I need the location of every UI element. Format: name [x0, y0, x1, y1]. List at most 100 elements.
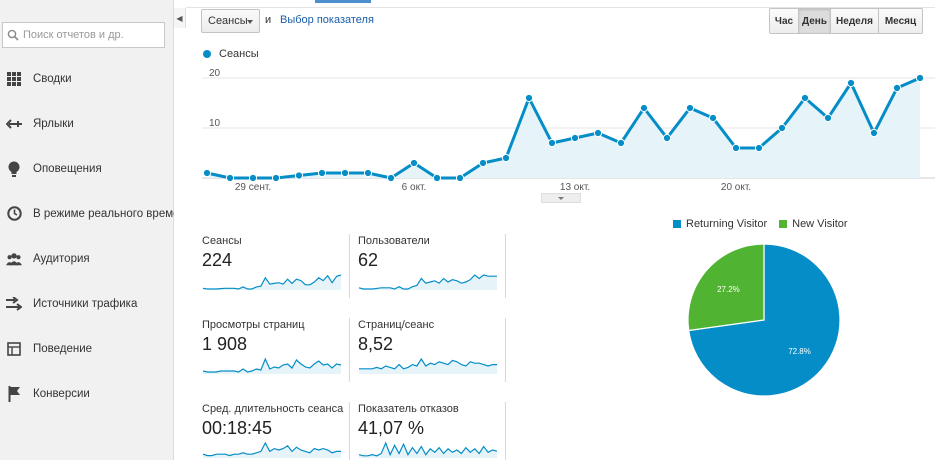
data-point[interactable]	[754, 143, 764, 153]
pie-legend-label: Returning Visitor	[686, 218, 768, 230]
scorecard-value: 00:18:45	[202, 418, 273, 438]
scorecard[interactable]: Просмотры страниц 1 908	[202, 319, 350, 399]
data-point[interactable]	[570, 133, 580, 143]
data-point[interactable]	[547, 138, 557, 148]
data-point[interactable]	[202, 168, 212, 178]
data-point[interactable]	[823, 113, 833, 123]
clock-icon	[6, 206, 22, 222]
visitor-type-pie-chart[interactable]: 72.8% 27.2%	[687, 243, 841, 397]
sidebar-collapse-button[interactable]: ◀	[174, 8, 186, 28]
scorecard[interactable]: Пользователи 62	[358, 235, 506, 315]
sidebar-item-label: В режиме реального времени	[33, 207, 174, 220]
data-point[interactable]	[593, 128, 603, 138]
scorecard-title: Сред. длительность сеанса	[202, 403, 344, 415]
scorecard[interactable]: Страниц/сеанс 8,52	[358, 319, 506, 399]
data-point[interactable]	[662, 133, 672, 143]
sidebar-item-label: Источники трафика	[33, 297, 138, 310]
sparkline-area	[359, 359, 497, 374]
scorecard[interactable]: Показатель отказов 41,07 %	[358, 403, 506, 460]
sidebar-item-label: Ярлыки	[33, 117, 74, 130]
search-input[interactable]	[23, 29, 163, 41]
period-selector: Час День Неделя Месяц	[769, 8, 923, 34]
data-point[interactable]	[363, 168, 373, 178]
data-point[interactable]	[501, 153, 511, 163]
collapse-left-icon: ◀	[176, 13, 183, 23]
sidebar-item-realtime[interactable]: В режиме реального времени	[0, 191, 174, 236]
chevron-down-icon	[558, 196, 564, 200]
x-tick-label: 6 окт.	[402, 182, 427, 193]
sidebar-item-alerts[interactable]: Оповещения	[0, 146, 174, 191]
lightbulb-icon	[6, 161, 22, 177]
data-point[interactable]	[915, 73, 925, 83]
sidebar-item-audience[interactable]: Аудитория	[0, 236, 174, 281]
sidebar-item-overview[interactable]: Сводки	[0, 56, 174, 101]
data-point[interactable]	[800, 93, 810, 103]
data-point[interactable]	[225, 173, 235, 183]
sidebar-item-label: Конверсии	[33, 387, 90, 400]
period-hour-button[interactable]: Час	[770, 9, 799, 33]
search-box[interactable]	[2, 22, 165, 48]
sidebar-item-traffic-sources[interactable]: Источники трафика	[0, 281, 174, 326]
scorecard-title: Сеансы	[202, 235, 242, 247]
pie-legend: Returning Visitor New Visitor	[673, 218, 860, 230]
sidebar-item-conversions[interactable]: Конверсии	[0, 371, 174, 416]
data-point[interactable]	[455, 173, 465, 183]
data-point[interactable]	[478, 158, 488, 168]
data-point[interactable]	[892, 83, 902, 93]
sidebar-item-label: Аудитория	[33, 252, 90, 265]
scorecard-divider	[505, 402, 506, 460]
data-point[interactable]	[731, 143, 741, 153]
pie-legend-item[interactable]: Returning Visitor	[673, 218, 767, 230]
data-point[interactable]	[432, 173, 442, 183]
grid-icon	[6, 71, 22, 87]
data-point[interactable]	[271, 173, 281, 183]
scorecard-value: 224	[202, 250, 233, 270]
data-point[interactable]	[248, 173, 258, 183]
flag-icon	[6, 385, 22, 402]
metric-select[interactable]: Сеансы	[201, 9, 260, 33]
sparkline	[202, 441, 341, 458]
data-point[interactable]	[524, 93, 534, 103]
legend-swatch	[203, 50, 211, 58]
scorecard-divider	[349, 402, 350, 460]
sparkline-area	[203, 275, 341, 290]
data-point[interactable]	[685, 103, 695, 113]
metric-select-value: Сеансы	[208, 15, 248, 27]
pie-legend-label: New Visitor	[792, 218, 848, 230]
data-point[interactable]	[777, 123, 787, 133]
and-label: и	[265, 14, 272, 26]
y-tick-label: 20	[209, 68, 221, 79]
choose-metric-link[interactable]: Выбор показателя	[280, 14, 374, 26]
chart-legend: Сеансы	[203, 48, 259, 60]
scorecard-divider	[349, 318, 350, 382]
sidebar-item-behavior[interactable]: Поведение	[0, 326, 174, 371]
sessions-chart[interactable]: 10 20 29 сент. 6 окт. 13 окт. 20 окт.	[186, 60, 935, 195]
period-week-button[interactable]: Неделя	[831, 9, 879, 33]
legend-swatch	[673, 220, 681, 228]
data-point[interactable]	[869, 128, 879, 138]
data-point[interactable]	[317, 168, 327, 178]
data-point[interactable]	[639, 103, 649, 113]
sidebar-item-shortcuts[interactable]: Ярлыки	[0, 101, 174, 146]
data-point[interactable]	[708, 113, 718, 123]
data-point[interactable]	[340, 168, 350, 178]
x-tick-label: 20 окт.	[721, 182, 751, 193]
scorecard-divider	[505, 318, 506, 382]
search-icon	[7, 29, 19, 41]
data-point[interactable]	[846, 78, 856, 88]
sidebar: Сводки Ярлыки Оповещения В режиме реальн…	[0, 0, 174, 460]
scorecard-value: 8,52	[358, 334, 394, 354]
chart-resize-handle[interactable]	[541, 193, 581, 203]
data-point[interactable]	[616, 138, 626, 148]
legend-swatch	[779, 220, 788, 228]
data-point[interactable]	[294, 171, 304, 180]
period-month-button[interactable]: Месяц	[879, 9, 922, 33]
scorecard[interactable]: Сеансы 224	[202, 235, 350, 315]
data-point[interactable]	[409, 158, 419, 168]
period-day-button[interactable]: День	[799, 9, 831, 33]
scorecard-title: Просмотры страниц	[202, 319, 305, 331]
scorecard-title: Пользователи	[358, 235, 430, 247]
pie-legend-item[interactable]: New Visitor	[779, 218, 848, 230]
scorecard[interactable]: Сред. длительность сеанса 00:18:45	[202, 403, 350, 460]
data-point[interactable]	[386, 173, 396, 183]
